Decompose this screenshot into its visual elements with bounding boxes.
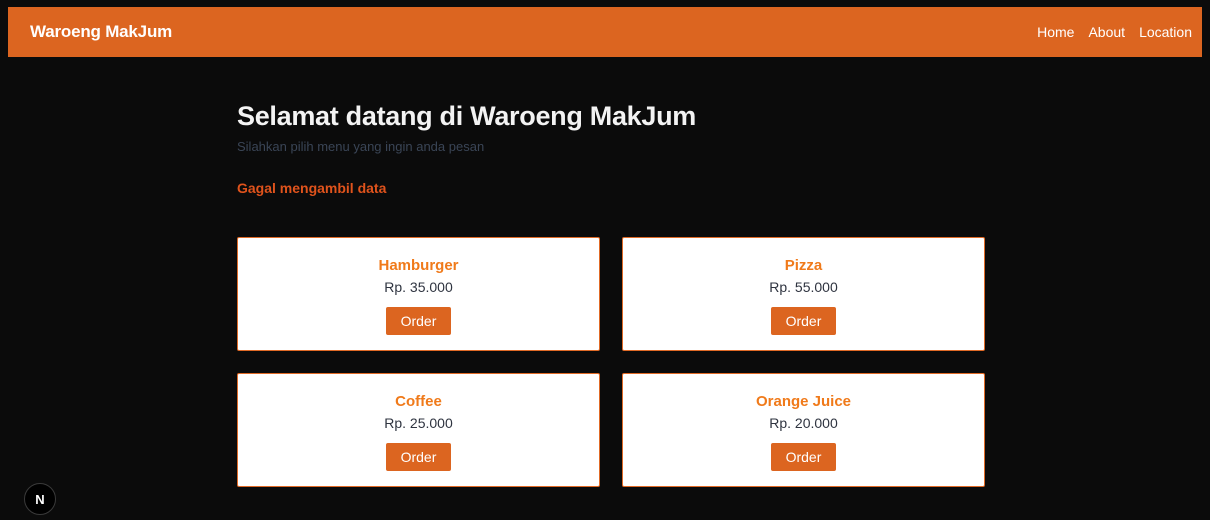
menu-item-price: Rp. 55.000 xyxy=(769,279,838,295)
menu-item-price: Rp. 20.000 xyxy=(769,415,838,431)
error-message: Gagal mengambil data xyxy=(237,180,387,196)
menu-item-name: Coffee xyxy=(395,393,442,410)
menu-item-name: Orange Juice xyxy=(755,393,852,410)
page-subtitle: Silahkan pilih menu yang ingin anda pesa… xyxy=(237,139,485,154)
order-button-orange-juice[interactable]: Order xyxy=(771,443,836,471)
brand-logo-text[interactable]: Waroeng MakJum xyxy=(30,22,172,42)
menu-card-hamburger: Hamburger Rp. 35.000 Order xyxy=(237,237,600,351)
page-title: Selamat datang di Waroeng MakJum xyxy=(237,101,696,131)
menu-item-name: Hamburger xyxy=(378,257,459,274)
navbar: Waroeng MakJum Home About Location xyxy=(8,7,1202,57)
order-button-coffee[interactable]: Order xyxy=(386,443,451,471)
menu-grid: Hamburger Rp. 35.000 Order Pizza Rp. 55.… xyxy=(237,237,985,487)
menu-card-coffee: Coffee Rp. 25.000 Order xyxy=(237,373,600,487)
order-button-pizza[interactable]: Order xyxy=(771,307,836,335)
menu-card-orange-juice: Orange Juice Rp. 20.000 Order xyxy=(622,373,985,487)
menu-item-name: Pizza xyxy=(784,257,823,274)
menu-item-price: Rp. 35.000 xyxy=(384,279,453,295)
nextjs-icon[interactable]: N xyxy=(24,483,56,515)
nav-link-location[interactable]: Location xyxy=(1139,24,1192,40)
nav-links: Home About Location xyxy=(1037,24,1192,40)
order-button-hamburger[interactable]: Order xyxy=(386,307,451,335)
nav-link-home[interactable]: Home xyxy=(1037,24,1074,40)
main-content: Selamat datang di Waroeng MakJum Silahka… xyxy=(237,100,985,196)
nav-link-about[interactable]: About xyxy=(1088,24,1125,40)
app-frame: Waroeng MakJum Home About Location Selam… xyxy=(0,0,1210,520)
menu-card-pizza: Pizza Rp. 55.000 Order xyxy=(622,237,985,351)
menu-item-price: Rp. 25.000 xyxy=(384,415,453,431)
